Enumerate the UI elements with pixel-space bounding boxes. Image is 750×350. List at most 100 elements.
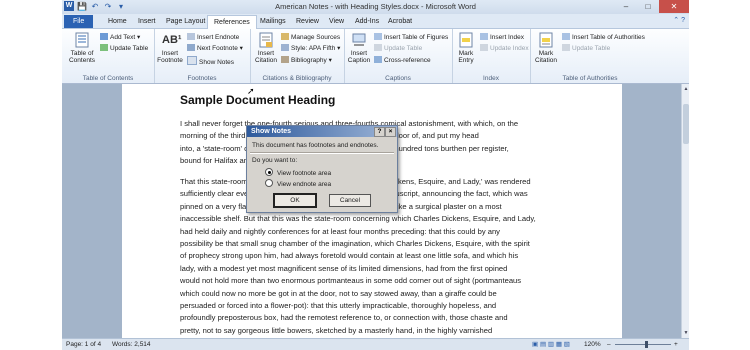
text-line: of prophecy strong upon him, had always … [180,251,519,261]
manage-sources-button[interactable]: Manage Sources [281,33,340,42]
table-of-contents-button[interactable]: Table of Contents [64,32,100,64]
view-buttons[interactable]: ▣ ▤ ▥ ▦ ▧ [532,339,570,350]
cancel-button[interactable]: Cancel [329,194,371,207]
tab-home[interactable]: Home [102,15,133,28]
table-of-figures-icon [374,33,382,40]
mark-citation-label: Mark Citation [534,50,558,64]
style-dropdown[interactable]: Style: APA Fifth ▾ [281,44,340,53]
text-line: pretty, not to say gorgeous little bower… [180,325,493,335]
insert-table-of-figures-button[interactable]: Insert Table of Figures [374,33,448,42]
update-toa-icon [562,44,570,51]
dialog-title: Show Notes [251,128,292,135]
status-bar: Page: 1 of 4 Words: 2,514 ▣ ▤ ▥ ▦ ▧ 120%… [62,338,689,350]
update-table-button[interactable]: Update Table [100,44,148,53]
scrollbar-thumb[interactable] [683,104,689,144]
radio-unselected-icon[interactable] [265,179,273,187]
zoom-in-button[interactable]: + [674,339,678,350]
style-icon [281,44,289,51]
next-footnote-button[interactable]: Next Footnote ▾ [187,44,243,53]
update-toa-button[interactable]: Update Table [562,44,610,53]
insert-table-of-authorities-button[interactable]: Insert Table of Authorities [562,33,645,42]
window-controls: – □ ✕ [615,0,689,13]
text-line: would not hold more than two enormous po… [180,276,522,286]
ribbon-minimize-help[interactable]: ⌃ ? [673,16,685,24]
insert-citation-button[interactable]: Insert Citation [252,32,280,64]
insert-index-button[interactable]: Insert Index [480,33,524,42]
vertical-scrollbar[interactable]: ▲ ▼ [681,84,689,338]
scroll-up-icon[interactable]: ▲ [682,86,689,92]
dialog-message: This document has footnotes and endnotes… [252,142,379,149]
radio-selected-icon[interactable] [265,168,273,176]
dialog-close-button[interactable]: × [385,127,396,137]
footnote-icon: AB¹ [162,34,182,46]
page-count[interactable]: Page: 1 of 4 [66,339,101,350]
add-text-button[interactable]: Add Text ▾ [100,33,140,42]
dialog-divider [250,152,394,154]
show-notes-dialog: Show Notes ? × This document has footnot… [246,125,398,213]
update-index-label: Update Index [490,45,529,52]
tab-mailings[interactable]: Mailings [254,15,292,28]
show-notes-button[interactable]: Show Notes [187,56,234,67]
title-bar: W 💾 ↶ ↷ ▾ American Notes - with Heading … [62,0,689,14]
text-line: lady, with a modest yet most magnificent… [180,263,508,273]
tab-add-ins[interactable]: Add-Ins [349,15,385,28]
group-label: Table of Contents [82,75,134,82]
bibliography-button[interactable]: Bibliography ▾ [281,56,332,65]
manage-sources-label: Manage Sources [291,34,341,41]
scroll-down-icon[interactable]: ▼ [682,330,689,336]
group-table-of-contents: Table of Contents Add Text ▾ Update Tabl… [62,29,155,83]
document-heading: Sample Document Heading [180,93,336,107]
insert-footnote-button[interactable]: AB¹ Insert Footnote [156,32,184,64]
manage-sources-icon [281,33,289,40]
update-figures-table-button[interactable]: Update Table [374,44,422,53]
table-of-contents-icon [75,32,89,48]
word-count[interactable]: Words: 2,514 [112,339,151,350]
show-notes-label: Show Notes [199,59,235,66]
ribbon: Table of Contents Add Text ▾ Update Tabl… [62,29,689,84]
update-index-button[interactable]: Update Index [480,44,529,53]
maximize-button[interactable]: □ [637,0,659,13]
tab-insert[interactable]: Insert [132,15,162,28]
text-line: had held daily and nightly conferences f… [180,226,500,236]
mark-citation-button[interactable]: Mark Citation [532,32,560,64]
tab-file[interactable]: File [64,15,94,28]
dialog-help-button[interactable]: ? [374,127,385,137]
group-citations: Insert Citation Manage Sources Style: AP… [250,29,345,83]
radio-label: View footnote area [277,170,332,177]
zoom-level[interactable]: 120% [584,339,601,350]
next-footnote-label: Next Footnote ▾ [197,45,243,52]
tab-view[interactable]: View [323,15,350,28]
update-table-icon [100,44,108,51]
bibliography-icon [281,56,289,63]
minimize-button[interactable]: – [615,0,637,13]
zoom-slider-thumb[interactable] [645,341,648,348]
tab-review[interactable]: Review [290,15,325,28]
group-label: Table of Authorities [562,75,618,82]
close-button[interactable]: ✕ [659,0,689,13]
tab-references[interactable]: References [207,15,257,29]
group-label: Footnotes [187,75,217,82]
text-line: possibility be that small snug chamber o… [180,239,530,249]
zoom-slider[interactable] [615,344,671,345]
group-index: Mark Entry Insert Index Update Index Ind… [452,29,531,83]
insert-toa-label: Insert Table of Authorities [572,34,645,41]
update-figures-label: Update Table [384,45,423,52]
cross-reference-icon [374,56,382,63]
tab-acrobat[interactable]: Acrobat [382,15,418,28]
radio-view-endnote-area[interactable]: View endnote area [265,179,331,188]
mark-citation-icon [539,32,553,48]
radio-view-footnote-area[interactable]: View footnote area [265,168,331,177]
add-text-icon [100,33,108,40]
insert-table-of-figures-label: Insert Table of Figures [384,34,449,41]
cross-reference-button[interactable]: Cross-reference [374,56,431,65]
ribbon-tabs: File Home Insert Page Layout References … [62,14,689,29]
zoom-out-button[interactable]: – [607,339,611,350]
endnote-icon [187,33,195,40]
ok-button[interactable]: OK [273,193,317,208]
tab-page-layout[interactable]: Page Layout [160,15,211,28]
insert-endnote-button[interactable]: Insert Endnote [187,33,239,42]
insert-caption-button[interactable]: Insert Caption [346,32,372,64]
show-notes-icon [187,56,197,65]
mark-entry-button[interactable]: Mark Entry [454,32,478,64]
dialog-titlebar: Show Notes ? × [247,126,397,137]
